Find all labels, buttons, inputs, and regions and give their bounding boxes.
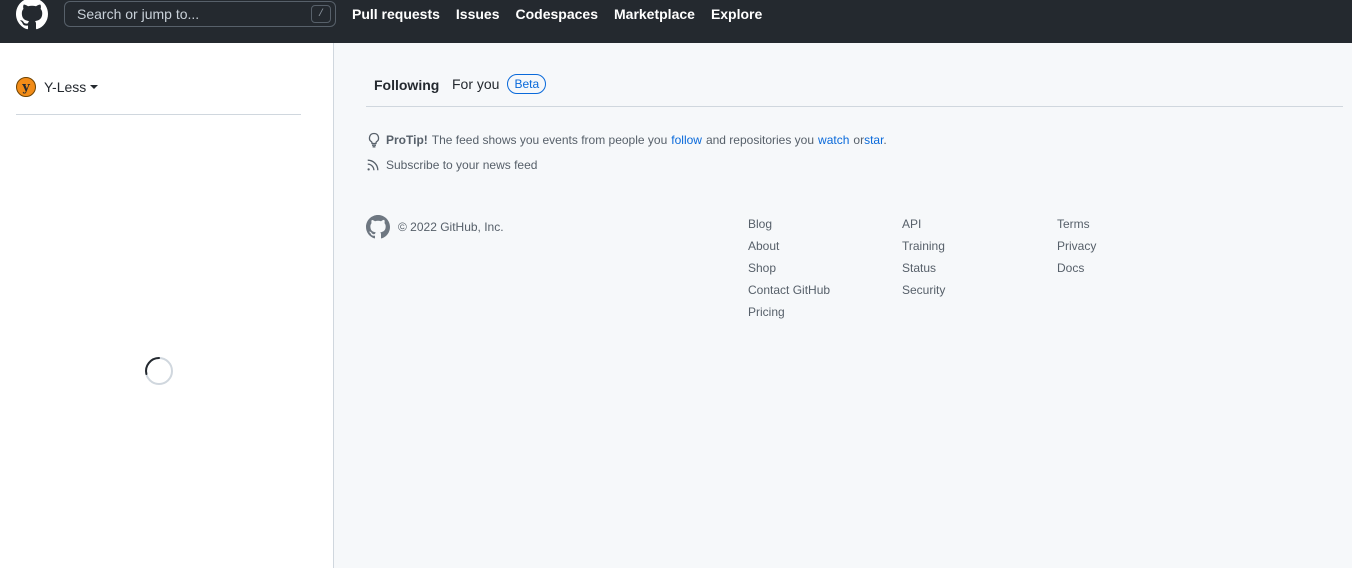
search-box[interactable]: / [64,1,336,27]
protip-label: ProTip! [386,133,428,147]
light-bulb-icon [368,132,380,148]
nav-explore[interactable]: Explore [711,6,762,22]
footer-links-col-3: Terms Privacy Docs [1057,216,1096,276]
footer-links-col-2: API Training Status Security [902,216,945,298]
footer-link-training[interactable]: Training [902,238,945,254]
protip-star-group: star. [864,133,887,147]
protip-follow-link[interactable]: follow [671,133,702,147]
global-nav: Pull requests Issues Codespaces Marketpl… [352,6,762,22]
nav-pull-requests[interactable]: Pull requests [352,6,440,22]
footer-link-about[interactable]: About [748,238,830,254]
context-switcher[interactable]: y Y-Less [16,77,99,97]
footer-link-privacy[interactable]: Privacy [1057,238,1096,254]
tab-for-you-label: For you [452,76,500,92]
nav-marketplace[interactable]: Marketplace [614,6,695,22]
protip-watch-link[interactable]: watch [818,133,849,147]
footer-link-docs[interactable]: Docs [1057,260,1096,276]
footer-link-status[interactable]: Status [902,260,945,276]
github-logo-icon[interactable] [16,0,48,30]
nav-issues[interactable]: Issues [456,6,500,22]
rss-icon [367,159,379,171]
avatar: y [16,77,36,97]
protip-star-link[interactable]: star [864,133,883,147]
tab-following[interactable]: Following [374,77,439,93]
sidebar-divider [16,114,301,115]
protip: ProTip! The feed shows you events from p… [366,132,887,148]
tab-for-you[interactable]: For you Beta [452,74,547,94]
subscribe-label: Subscribe to your news feed [386,158,538,172]
caret-down-icon [90,85,99,89]
dashboard-sidebar: y Y-Less [0,43,334,568]
github-mark-icon[interactable] [366,215,390,239]
search-shortcut-hint: / [311,5,331,23]
search-input[interactable] [77,6,297,22]
global-header: / Pull requests Issues Codespaces Market… [0,0,1352,43]
feed-tabs: Following For you Beta [366,73,1343,107]
footer-links-col-1: Blog About Shop Contact GitHub Pricing [748,216,830,320]
protip-text-3: or [853,133,865,147]
footer-copyright: © 2022 GitHub, Inc. [398,220,504,234]
protip-text-2: and repositories you [705,133,815,147]
protip-text-1: The feed shows you events from people yo… [431,133,668,147]
context-username: Y-Less [44,79,87,95]
loading-spinner-icon [145,357,173,385]
footer-link-pricing[interactable]: Pricing [748,304,830,320]
footer-link-terms[interactable]: Terms [1057,216,1096,232]
beta-badge: Beta [507,74,547,94]
footer-link-api[interactable]: API [902,216,945,232]
footer-link-security[interactable]: Security [902,282,945,298]
subscribe-news-feed-link[interactable]: Subscribe to your news feed [366,158,537,172]
footer-link-contact[interactable]: Contact GitHub [748,282,830,298]
protip-end: . [883,133,887,147]
footer-link-blog[interactable]: Blog [748,216,830,232]
footer-link-shop[interactable]: Shop [748,260,830,276]
nav-codespaces[interactable]: Codespaces [516,6,598,22]
